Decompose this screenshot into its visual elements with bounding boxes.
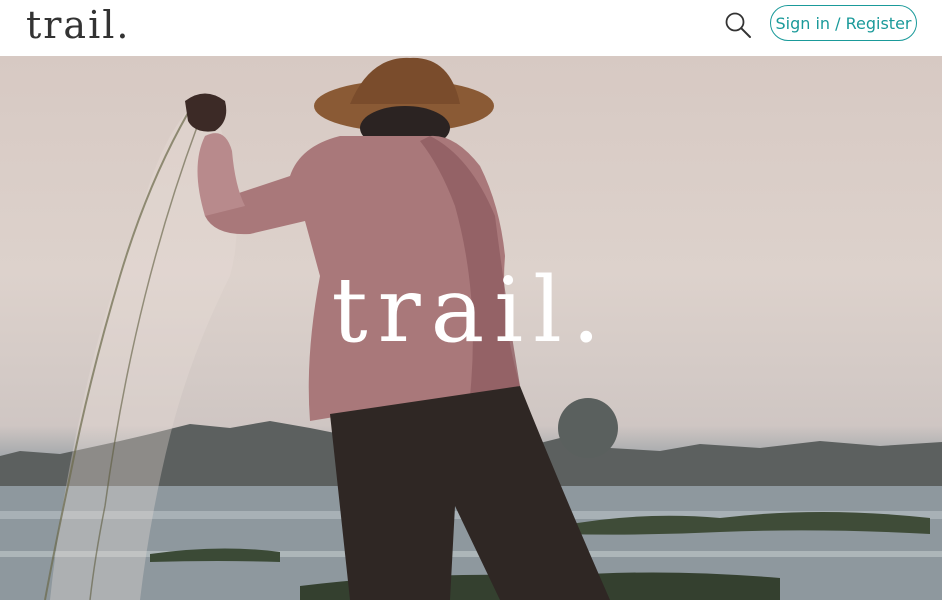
site-header: trail. Sign in / Register	[0, 0, 942, 56]
tree	[558, 398, 618, 458]
hero-banner: trail.	[0, 56, 942, 600]
hero-title: trail.	[331, 258, 611, 363]
search-icon[interactable]	[724, 11, 752, 39]
raised-arm	[197, 133, 245, 216]
straw-hat-crown	[350, 57, 460, 104]
site-logo[interactable]: trail.	[26, 2, 130, 48]
sign-in-register-button[interactable]: Sign in / Register	[770, 5, 917, 41]
